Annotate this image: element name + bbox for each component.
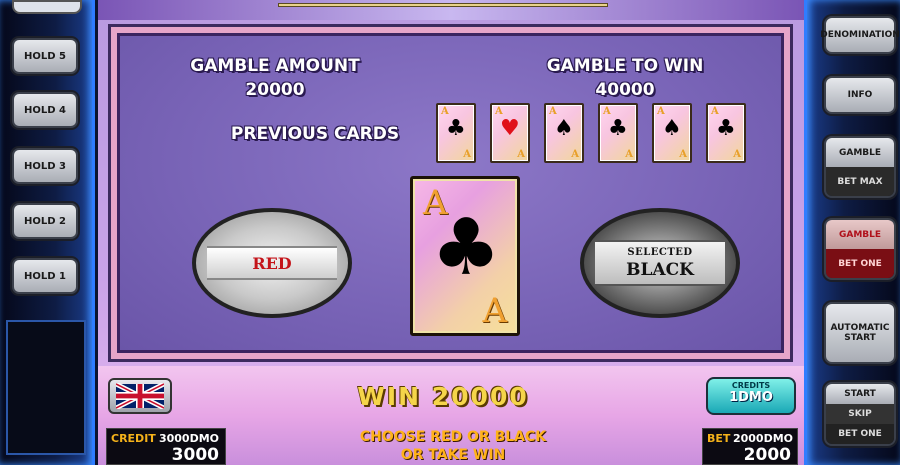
hold-3-button[interactable]: HOLD 3 [12,148,78,184]
bet-max-label: BET MAX [826,167,894,196]
card-rank: A [463,149,471,160]
hold-4-button[interactable]: HOLD 4 [12,92,78,128]
start-label: START [826,384,894,404]
card-rank: A [625,149,633,160]
gamble-bet-one-button[interactable]: GAMBLE BET ONE [824,218,896,280]
gamble-max-top-label: GAMBLE [826,138,894,167]
gamble-to-win-value: 40000 [595,80,655,100]
bet-one-bottom-label: BET ONE [826,423,894,444]
current-card: A ♣ A [410,176,520,336]
current-card-rank-bottom: A [482,291,507,331]
previous-card: A ♥ A [490,103,530,163]
left-control-panel: HOLD 5 HOLD 4 HOLD 3 HOLD 2 HOLD 1 [0,0,95,465]
previous-card: A ♠ A [544,103,584,163]
status-line-1: CHOOSE RED OR BLACK [359,429,547,445]
info-button[interactable]: INFO [824,76,896,114]
bet-value: 2000 [743,445,791,465]
gamble-frame: GAMBLE AMOUNT 20000 GAMBLE TO WIN 40000 … [108,24,793,362]
top-gold-line [278,3,608,7]
status-message: CHOOSE RED OR BLACK OR TAKE WIN [298,428,608,464]
previous-card: A ♠ A [652,103,692,163]
card-rank: A [571,149,579,160]
bet-one-label: BET ONE [826,249,894,278]
spades-icon: ♠ [662,116,682,141]
bet-dmo: 2000DMO [732,432,793,445]
black-label: BLACK [626,259,694,280]
top-stub [12,0,82,14]
left-screen [6,320,86,455]
red-button[interactable]: RED [192,208,352,318]
previous-card: A ♣ A [598,103,638,163]
black-button[interactable]: SELECTED BLACK [580,208,740,318]
card-rank: A [733,149,741,160]
gamble-one-top-label: GAMBLE [826,220,894,249]
hearts-icon: ♥ [500,116,520,141]
previous-card: A ♣ A [436,103,476,163]
uk-flag-icon [116,383,164,409]
credits-label: CREDITS [731,381,771,390]
black-band: SELECTED BLACK [595,240,725,286]
credit-dmo: 3000DMO [158,432,219,445]
spades-icon: ♠ [554,116,574,141]
credit-value: 3000 [171,445,219,465]
automatic-start-button[interactable]: AUTOMATIC START [824,302,896,364]
top-strip [98,0,804,20]
credits-value: 1DMO [729,390,773,405]
red-label: RED [207,246,337,280]
selected-label: SELECTED [627,246,693,258]
hold-5-button[interactable]: HOLD 5 [12,38,78,74]
clubs-icon: ♣ [716,116,736,141]
credits-denomination-box[interactable]: CREDITS 1DMO [706,377,796,415]
gamble-amount-label: GAMBLE AMOUNT [190,56,360,76]
hold-1-button[interactable]: HOLD 1 [12,258,78,294]
skip-label: SKIP [826,403,894,424]
gamble-to-win-label: GAMBLE TO WIN [546,56,704,76]
gamble-bet-max-button[interactable]: GAMBLE BET MAX [824,136,896,198]
gamble-panel: GAMBLE AMOUNT 20000 GAMBLE TO WIN 40000 … [117,33,784,353]
previous-cards-label: PREVIOUS CARDS [230,124,400,144]
card-rank: A [517,149,525,160]
card-rank: A [679,149,687,160]
gamble-amount-value: 20000 [245,80,305,100]
clubs-icon: ♣ [431,203,501,293]
win-amount: WIN 20000 [357,382,529,411]
bet-label: BET [707,432,731,445]
credit-label: CREDIT [111,432,156,445]
language-flag-button[interactable] [108,378,172,414]
game-area: GAMBLE AMOUNT 20000 GAMBLE TO WIN 40000 … [98,0,804,465]
previous-card: A ♣ A [706,103,746,163]
bet-display: BET 2000DMO 2000 [702,428,798,465]
start-skip-button[interactable]: START SKIP BET ONE [824,382,896,446]
status-line-2: OR TAKE WIN [400,447,506,463]
clubs-icon: ♣ [608,116,628,141]
hold-2-button[interactable]: HOLD 2 [12,203,78,239]
credit-display: CREDIT 3000DMO 3000 [106,428,226,465]
clubs-icon: ♣ [446,116,466,141]
denomination-button[interactable]: DENOMINATION [820,16,900,54]
